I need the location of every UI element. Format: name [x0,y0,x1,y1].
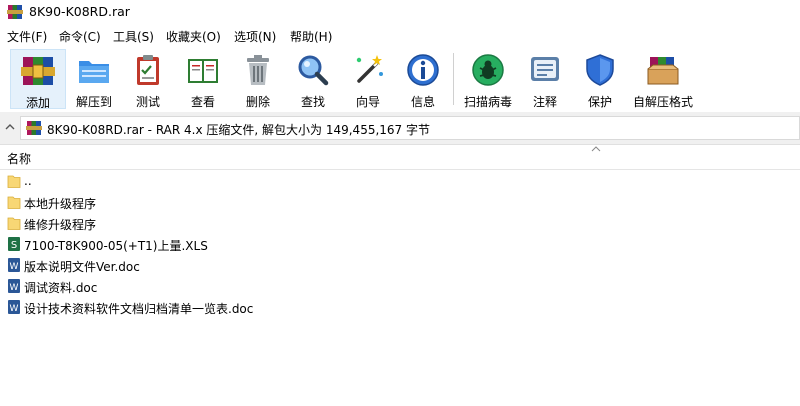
file-row[interactable]: W 调试资料.doc [0,276,800,297]
svg-text:W: W [10,304,19,314]
file-row[interactable]: W 版本说明文件Ver.doc [0,255,800,276]
file-row[interactable]: S 7100-T8K900-05(+T1)上量.XLS [0,234,800,255]
find-button[interactable]: 查找 [285,49,341,109]
comment-note-icon [531,57,559,81]
file-row[interactable]: 维修升级程序 [0,213,800,234]
menu-tools[interactable]: 工具(S) [113,28,154,45]
sfx-button[interactable]: 自解压格式 [630,49,696,109]
folder-icon [7,175,21,188]
protect-button[interactable]: 保护 [572,49,628,109]
file-list: 名称 .. 本地升级程序 维修升级程序 S 7100-T8K900-05(+T1… [0,144,800,406]
delete-button[interactable]: 删除 [230,49,286,109]
up-folder-icon[interactable] [4,121,16,133]
toolbar: 添加 解压到 测试 查看 删除 查找 向导 信息 扫描病毒 注释 保护 自解压格… [0,47,800,112]
magic-wand-icon [356,55,383,83]
self-extract-box-icon [647,57,679,85]
view-book-icon [188,59,218,83]
folder-icon [7,196,21,209]
menu-options[interactable]: 选项(N) [234,28,276,45]
add-button[interactable]: 添加 [10,49,66,110]
scan-virus-button[interactable]: 扫描病毒 [460,49,516,109]
menu-help[interactable]: 帮助(H) [290,28,332,45]
menu-file[interactable]: 文件(F) [7,28,47,45]
column-header: 名称 [0,145,800,170]
folder-icon [7,217,21,230]
test-clipboard-icon [137,55,159,85]
view-button[interactable]: 查看 [175,49,231,109]
title-bar: 8K90-K08RD.rar [0,0,800,25]
word-file-icon: W [8,300,20,314]
toolbar-separator [453,53,454,105]
word-file-icon: W [8,279,20,293]
add-archive-icon [21,57,55,85]
wizard-button[interactable]: 向导 [340,49,396,109]
shield-icon [586,54,614,86]
file-row[interactable]: 本地升级程序 [0,192,800,213]
extract-folder-icon [79,61,109,83]
test-button[interactable]: 测试 [120,49,176,109]
magnifier-icon [298,55,329,86]
trash-can-icon [247,55,269,85]
svg-text:W: W [10,283,19,293]
file-row[interactable]: W 设计技术资料软件文档归档清单一览表.doc [0,297,800,318]
info-icon [407,54,439,86]
sort-chevron-up-icon [591,146,601,152]
info-button[interactable]: 信息 [395,49,451,109]
excel-file-icon: S [8,237,20,251]
svg-text:W: W [10,262,19,272]
address-bar: 8K90-K08RD.rar - RAR 4.x 压缩文件, 解包大小为 149… [0,112,800,144]
column-name-header[interactable]: 名称 [7,150,31,167]
comment-button[interactable]: 注释 [517,49,573,109]
virus-scan-bug-icon [472,54,504,86]
menu-bar: 文件(F) 命令(C) 工具(S) 收藏夹(O) 选项(N) 帮助(H) [0,25,800,47]
menu-commands[interactable]: 命令(C) [59,28,101,45]
rar-archive-icon [26,121,42,135]
archive-path-field[interactable]: 8K90-K08RD.rar - RAR 4.x 压缩文件, 解包大小为 149… [20,116,800,140]
extract-to-button[interactable]: 解压到 [66,49,122,109]
svg-text:S: S [11,240,17,251]
menu-favorites[interactable]: 收藏夹(O) [166,28,221,45]
file-row-parent[interactable]: .. [0,171,800,192]
winrar-app-icon [7,5,23,19]
window-title: 8K90-K08RD.rar [29,4,130,19]
archive-info-text: 8K90-K08RD.rar - RAR 4.x 压缩文件, 解包大小为 149… [47,123,430,137]
word-file-icon: W [8,258,20,272]
